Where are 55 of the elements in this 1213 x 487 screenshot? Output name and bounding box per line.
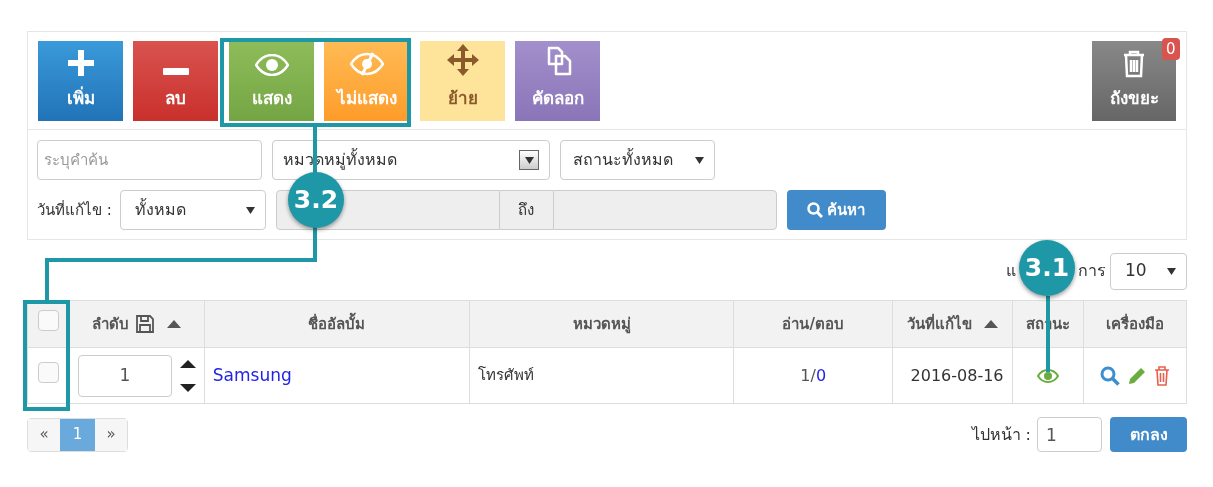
page-number-field[interactable]: 1: [1037, 417, 1102, 452]
toolbar-button[interactable]: ย้าย: [420, 40, 505, 121]
move-arrows-icon: [446, 44, 479, 76]
per-page-label: การ: [1078, 260, 1106, 282]
order-field[interactable]: 1: [77, 354, 172, 397]
per-page-label: แ: [1006, 260, 1016, 282]
go-to-page-label: ไปหน้า :: [971, 423, 1031, 446]
column-header: หมวดหมู่: [572, 313, 631, 336]
search-field[interactable]: ระบุคำค้น: [37, 140, 262, 180]
date-to-field[interactable]: [552, 190, 777, 230]
plus-icon: [67, 50, 94, 76]
search-icon: [807, 202, 824, 218]
caret-icon: [245, 206, 255, 214]
checkbox[interactable]: [37, 310, 59, 332]
status-dropdown[interactable]: สถานะทั้งหมด: [560, 140, 715, 180]
sort-up-icon: [167, 320, 182, 328]
save-icon: [135, 314, 156, 334]
crossed-eye-icon: [349, 52, 384, 76]
eye-icon[interactable]: [1036, 368, 1059, 383]
date-dropdown[interactable]: ทั้งหมด: [119, 190, 266, 230]
caret-icon: [695, 156, 704, 164]
table-cell: โทรศัพท์: [478, 366, 535, 385]
caret-icon: [524, 156, 534, 164]
column-header: เครื่องมือ: [1106, 312, 1165, 335]
callout-tooltip: 3.1: [1019, 240, 1075, 296]
search-icon[interactable]: [1100, 365, 1121, 386]
toolbar-button[interactable]: ลบ: [133, 40, 218, 121]
pencil-icon[interactable]: [1128, 366, 1147, 385]
sort-up-icon: [983, 320, 998, 328]
up-down-arrows-icon[interactable]: [179, 357, 196, 394]
reply-link[interactable]: 0: [815, 365, 827, 385]
previous-page-link[interactable]: «: [28, 418, 60, 451]
album-link[interactable]: Samsung: [212, 364, 292, 385]
column-header: วันที่แก้ไข: [906, 312, 972, 335]
column-header: ลำดับ: [92, 313, 130, 335]
minus-icon: [162, 68, 189, 76]
date-label: วันที่แก้ไข :: [37, 199, 112, 221]
toolbar-button[interactable]: เพิ่ม: [38, 40, 123, 121]
column-header: อ่าน/ตอบ: [782, 313, 844, 335]
go-button[interactable]: ตกลง: [1110, 417, 1187, 452]
date-to-label: ถึง: [499, 190, 553, 230]
search-button[interactable]: ค้นหา: [786, 190, 886, 230]
callout-tooltip: 3.2: [288, 172, 344, 228]
read-count: 1/: [800, 365, 816, 385]
next-page-link[interactable]: »: [95, 418, 127, 451]
eye-icon: [254, 54, 289, 76]
toolbar-button[interactable]: คัดลอก: [515, 40, 600, 121]
checkbox[interactable]: [37, 361, 59, 383]
per-page-dropdown[interactable]: 10: [1110, 252, 1187, 290]
caret-icon: [1167, 267, 1176, 275]
table-cell: 2016-08-16: [910, 365, 1004, 385]
trash-icon: [1122, 50, 1146, 78]
count-badge: 0: [1162, 38, 1180, 60]
column-header: ชื่ออัลบั้ม: [308, 312, 366, 335]
trash-icon[interactable]: [1154, 365, 1171, 386]
